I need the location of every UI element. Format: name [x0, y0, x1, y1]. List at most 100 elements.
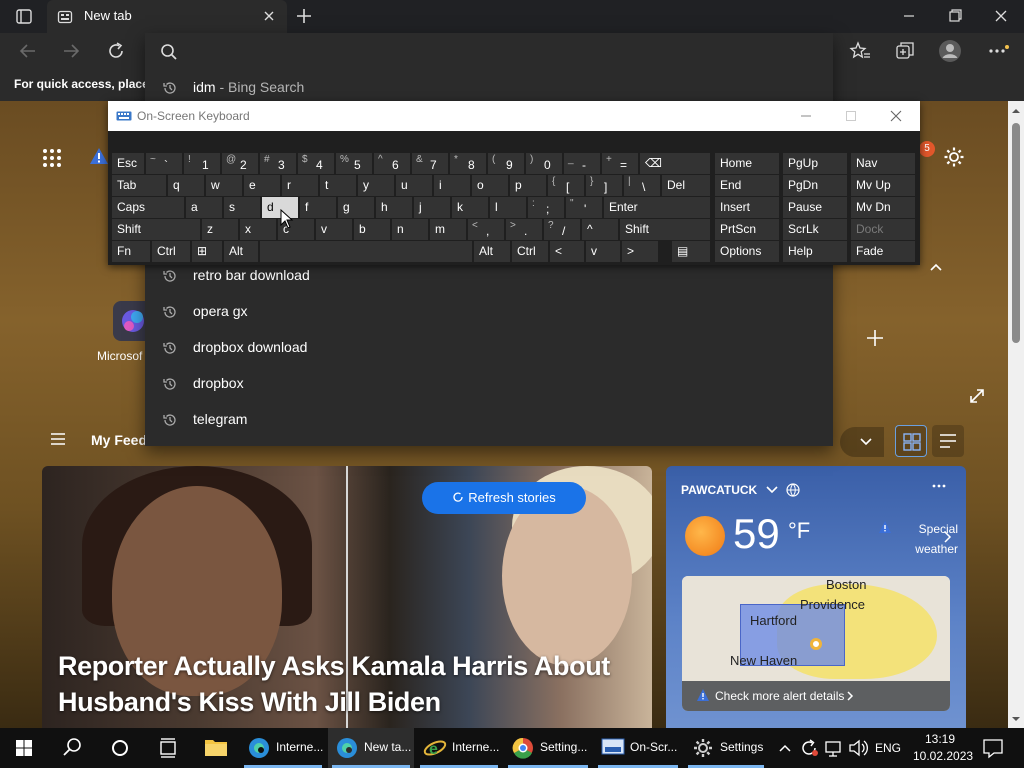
- osk-key-3[interactable]: #3: [260, 153, 296, 174]
- map-alert-footer[interactable]: Check more alert details: [682, 681, 950, 711]
- network-icon[interactable]: [823, 728, 845, 768]
- osk-key-i[interactable]: i: [434, 175, 470, 196]
- settings-and-more-button[interactable]: [985, 38, 1011, 64]
- osk-key-mv-dn[interactable]: Mv Dn: [851, 197, 915, 218]
- suggestion-item[interactable]: telegram: [145, 402, 833, 438]
- forward-button[interactable]: [57, 39, 85, 63]
- osk-key-u[interactable]: u: [396, 175, 432, 196]
- osk-key-`[interactable]: ~ `: [146, 153, 182, 174]
- osk-key-;[interactable]: :;: [528, 197, 564, 218]
- osk-key-=[interactable]: + =: [602, 153, 638, 174]
- osk-key-t[interactable]: t: [320, 175, 356, 196]
- hero-news-card[interactable]: Refresh stories Reporter Actually Asks K…: [42, 466, 652, 728]
- osk-key-w[interactable]: w: [206, 175, 242, 196]
- osk-key-alt[interactable]: Alt: [474, 241, 510, 262]
- osk-key-pgdn[interactable]: PgDn: [783, 175, 847, 196]
- osk-key->[interactable]: >: [622, 241, 658, 262]
- new-tab-button[interactable]: [292, 5, 316, 27]
- osk-key-5[interactable]: % 5: [336, 153, 372, 174]
- osk-key-<[interactable]: <: [550, 241, 584, 262]
- back-button[interactable]: [14, 39, 42, 63]
- taskbar-app-settings[interactable]: Settings: [684, 728, 768, 768]
- hero-headline[interactable]: Reporter Actually Asks Kamala Harris Abo…: [58, 648, 648, 720]
- osk-key-enter[interactable]: Enter: [604, 197, 710, 218]
- search-taskbar-button[interactable]: [48, 728, 96, 768]
- osk-key-ctrl[interactable]: Ctrl: [512, 241, 548, 262]
- osk-key-,[interactable]: <,: [468, 219, 504, 240]
- tab-new-tab[interactable]: New tab: [47, 0, 287, 33]
- osk-key-f[interactable]: f: [300, 197, 336, 218]
- chevron-down-icon[interactable]: [764, 484, 780, 496]
- favorites-button[interactable]: [847, 38, 873, 64]
- osk-key-⌫[interactable]: ⌫: [640, 153, 710, 174]
- osk-key-help[interactable]: Help: [783, 241, 847, 262]
- scroll-down-icon[interactable]: [1008, 711, 1024, 727]
- osk-key-⊞[interactable]: ⊞: [192, 241, 222, 262]
- osk-key-9[interactable]: (9: [488, 153, 524, 174]
- taskbar-app-ie[interactable]: e Interne...: [416, 728, 502, 768]
- address-bar-input[interactable]: [190, 38, 810, 64]
- osk-key-z[interactable]: z: [202, 219, 238, 240]
- weather-alert-map[interactable]: Boston Providence Hartford New Haven Che…: [682, 576, 950, 711]
- file-explorer-button[interactable]: [196, 728, 236, 768]
- osk-key-.[interactable]: >.: [506, 219, 542, 240]
- osk-key-q[interactable]: q: [168, 175, 204, 196]
- alert-details-link[interactable]: Check more alert details: [715, 689, 844, 703]
- close-tab-icon[interactable]: [261, 8, 277, 24]
- refresh-button[interactable]: [102, 39, 130, 63]
- taskbar-app-edge-2[interactable]: New ta...: [328, 728, 414, 768]
- osk-key-1[interactable]: ! 1: [184, 153, 220, 174]
- osk-key-2[interactable]: @2: [222, 153, 258, 174]
- suggestion-item[interactable]: dropbox download: [145, 330, 833, 366]
- osk-key-alt[interactable]: Alt: [224, 241, 258, 262]
- osk-key-▤[interactable]: ▤: [672, 241, 710, 262]
- apps-grid-icon[interactable]: [42, 148, 62, 168]
- suggestion-item[interactable]: dropbox: [145, 366, 833, 402]
- chevron-right-icon[interactable]: [942, 530, 952, 544]
- notification-badge[interactable]: 5: [919, 141, 935, 157]
- osk-key-][interactable]: }]: [586, 175, 622, 196]
- osk-key-g[interactable]: g: [338, 197, 374, 218]
- osk-key-tab[interactable]: Tab: [112, 175, 166, 196]
- profile-button[interactable]: [937, 38, 963, 64]
- start-button[interactable]: [0, 728, 48, 768]
- osk-key-p[interactable]: p: [510, 175, 546, 196]
- osk-key-x[interactable]: x: [240, 219, 276, 240]
- osk-maximize-button[interactable]: [839, 107, 863, 125]
- osk-key-pgup[interactable]: PgUp: [783, 153, 847, 174]
- osk-key-/[interactable]: ? /: [544, 219, 580, 240]
- osk-key-b[interactable]: b: [354, 219, 390, 240]
- osk-key-nav[interactable]: Nav: [851, 153, 915, 174]
- osk-key-8[interactable]: * 8: [450, 153, 486, 174]
- osk-key-options[interactable]: Options: [715, 241, 779, 262]
- show-hidden-icons-chevron-icon[interactable]: [775, 728, 795, 768]
- feed-dropdown-button[interactable]: [840, 427, 884, 457]
- feed-menu-icon[interactable]: [50, 432, 66, 446]
- osk-key-insert[interactable]: Insert: [715, 197, 779, 218]
- cortana-button[interactable]: [96, 728, 144, 768]
- sync-icon[interactable]: [797, 728, 821, 768]
- page-settings-gear-icon[interactable]: [943, 146, 965, 168]
- osk-key-caps[interactable]: Caps: [112, 197, 184, 218]
- refresh-stories-button[interactable]: Refresh stories: [422, 482, 586, 514]
- osk-key-scrlk[interactable]: ScrLk: [783, 219, 847, 240]
- more-dots-icon[interactable]: [931, 480, 947, 492]
- osk-key-e[interactable]: e: [244, 175, 280, 196]
- osk-key-ctrl[interactable]: Ctrl: [152, 241, 190, 262]
- osk-key-v[interactable]: v: [586, 241, 620, 262]
- feed-title[interactable]: My Feed: [91, 432, 147, 448]
- osk-key-\[interactable]: | \: [624, 175, 660, 196]
- weather-card[interactable]: PAWCATUCK 59 °F Special weather Boston P…: [666, 466, 966, 728]
- osk-key-7[interactable]: & 7: [412, 153, 448, 174]
- weather-location[interactable]: PAWCATUCK: [681, 483, 757, 497]
- osk-key-a[interactable]: a: [186, 197, 222, 218]
- osk-key-prtscn[interactable]: PrtScn: [715, 219, 779, 240]
- osk-key-y[interactable]: y: [358, 175, 394, 196]
- chevron-up-icon[interactable]: [928, 261, 944, 273]
- osk-key-o[interactable]: o: [472, 175, 508, 196]
- osk-key-space[interactable]: [260, 241, 472, 262]
- osk-title-bar[interactable]: On-Screen Keyboard: [108, 101, 920, 131]
- osk-key-j[interactable]: j: [414, 197, 450, 218]
- osk-key-r[interactable]: r: [282, 175, 318, 196]
- osk-key-pause[interactable]: Pause: [783, 197, 847, 218]
